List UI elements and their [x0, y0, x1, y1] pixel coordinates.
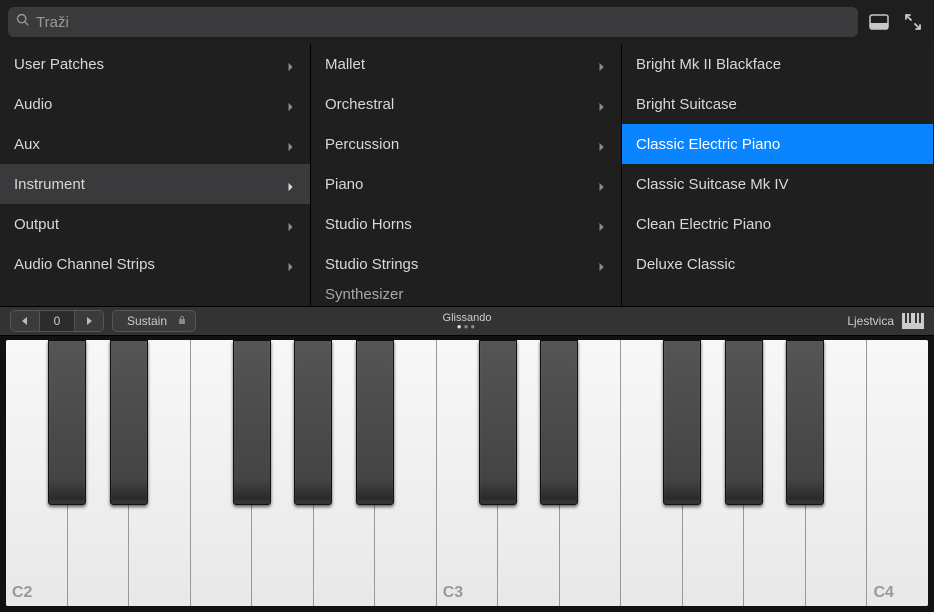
browser-item[interactable]: Audio	[0, 84, 310, 124]
browser-item-label: Bright Suitcase	[636, 96, 737, 113]
chevron-right-icon	[286, 259, 296, 269]
black-key[interactable]	[479, 340, 517, 505]
chevron-right-icon	[597, 179, 607, 189]
search-input[interactable]	[36, 14, 850, 31]
browser-item-label: Clean Electric Piano	[636, 216, 771, 233]
black-key[interactable]	[294, 340, 332, 505]
chevron-right-icon	[286, 59, 296, 69]
browser-item[interactable]: Studio Strings	[311, 244, 621, 284]
browser-item[interactable]: Mallet	[311, 44, 621, 84]
browser-item-label: Deluxe Classic	[636, 256, 735, 273]
browser-item[interactable]: Percussion	[311, 124, 621, 164]
chevron-right-icon	[286, 179, 296, 189]
keyboard-view-icon[interactable]	[902, 313, 924, 329]
browser-item[interactable]: Classic Electric Piano	[622, 124, 933, 164]
chevron-right-icon	[597, 259, 607, 269]
chevron-right-icon	[286, 219, 296, 229]
browser-item-label: Orchestral	[325, 96, 394, 113]
browser-item-label: Instrument	[14, 176, 85, 193]
browser-item[interactable]: Studio Horns	[311, 204, 621, 244]
browser-item[interactable]: Aux	[0, 124, 310, 164]
mode-dots: ●●●	[443, 324, 492, 330]
chevron-right-icon	[286, 99, 296, 109]
chevron-right-icon	[597, 219, 607, 229]
browser-item-label: User Patches	[14, 56, 104, 73]
browser-column-1: Mallet Orchestral Percussion Piano Studio Ho…	[311, 44, 622, 306]
browser-item[interactable]: Deluxe Classic	[622, 244, 933, 284]
black-key[interactable]	[233, 340, 271, 505]
browser-item-label: Synthesizer	[325, 286, 403, 303]
chevron-right-icon	[597, 99, 607, 109]
piano-keyboard: C2 C3 C4	[6, 340, 928, 606]
black-key[interactable]	[663, 340, 701, 505]
window-mode-icon[interactable]	[866, 9, 892, 35]
browser-item-label: Classic Electric Piano	[636, 136, 780, 153]
search-field[interactable]	[8, 7, 858, 37]
browser-item[interactable]: Synthesizer	[311, 284, 621, 304]
browser-item[interactable]: Audio Channel Strips	[0, 244, 310, 284]
browser-item-label: Piano	[325, 176, 363, 193]
black-key[interactable]	[110, 340, 148, 505]
scale-button[interactable]: Ljestvica	[847, 314, 894, 328]
top-bar	[0, 0, 934, 44]
chevron-right-icon	[597, 59, 607, 69]
chevron-right-icon	[286, 139, 296, 149]
octave-down-button[interactable]	[11, 311, 39, 331]
browser-item[interactable]: Orchestral	[311, 84, 621, 124]
browser-column-2: Bright Mk II Blackface Bright Suitcase Cla…	[622, 44, 933, 306]
key-label: C4	[873, 584, 893, 602]
octave-up-button[interactable]	[75, 311, 103, 331]
keyboard-mode[interactable]: Glissando ●●●	[443, 312, 492, 330]
key-label: C3	[443, 584, 463, 602]
black-key[interactable]	[786, 340, 824, 505]
octave-control: 0	[10, 310, 104, 332]
browser-item-label: Studio Strings	[325, 256, 418, 273]
keyboard-toolbar: 0 Sustain Glissando ●●● Ljestvica	[0, 306, 934, 336]
browser-item-label: Bright Mk II Blackface	[636, 56, 781, 73]
black-key[interactable]	[356, 340, 394, 505]
browser-item-label: Audio Channel Strips	[14, 256, 155, 273]
browser-item-label: Classic Suitcase Mk IV	[636, 176, 789, 193]
search-icon	[16, 13, 30, 32]
browser-item-label: Mallet	[325, 56, 365, 73]
white-key[interactable]: C4	[867, 340, 928, 606]
black-key[interactable]	[725, 340, 763, 505]
chevron-right-icon	[597, 139, 607, 149]
browser-item[interactable]: User Patches	[0, 44, 310, 84]
browser-item-label: Studio Horns	[325, 216, 412, 233]
octave-value[interactable]: 0	[39, 311, 75, 331]
browser-item-label: Output	[14, 216, 59, 233]
lock-icon	[177, 314, 187, 328]
browser-item[interactable]: Clean Electric Piano	[622, 204, 933, 244]
patch-browser: User Patches Audio Aux Instrument Output Audi…	[0, 44, 934, 306]
browser-item[interactable]: Output	[0, 204, 310, 244]
piano-area: C2 C3 C4	[0, 336, 934, 612]
browser-item-label: Audio	[14, 96, 52, 113]
black-key[interactable]	[540, 340, 578, 505]
black-key[interactable]	[48, 340, 86, 505]
browser-item-label: Percussion	[325, 136, 399, 153]
browser-item[interactable]: Bright Suitcase	[622, 84, 933, 124]
browser-column-0: User Patches Audio Aux Instrument Output Audi…	[0, 44, 311, 306]
browser-item-label: Aux	[14, 136, 40, 153]
fullscreen-icon[interactable]	[900, 9, 926, 35]
browser-item[interactable]: Bright Mk II Blackface	[622, 44, 933, 84]
sustain-button[interactable]: Sustain	[112, 310, 196, 332]
key-label: C2	[12, 584, 32, 602]
sustain-label: Sustain	[127, 314, 167, 328]
browser-item[interactable]: Classic Suitcase Mk IV	[622, 164, 933, 204]
browser-item[interactable]: Piano	[311, 164, 621, 204]
browser-item[interactable]: Instrument	[0, 164, 310, 204]
